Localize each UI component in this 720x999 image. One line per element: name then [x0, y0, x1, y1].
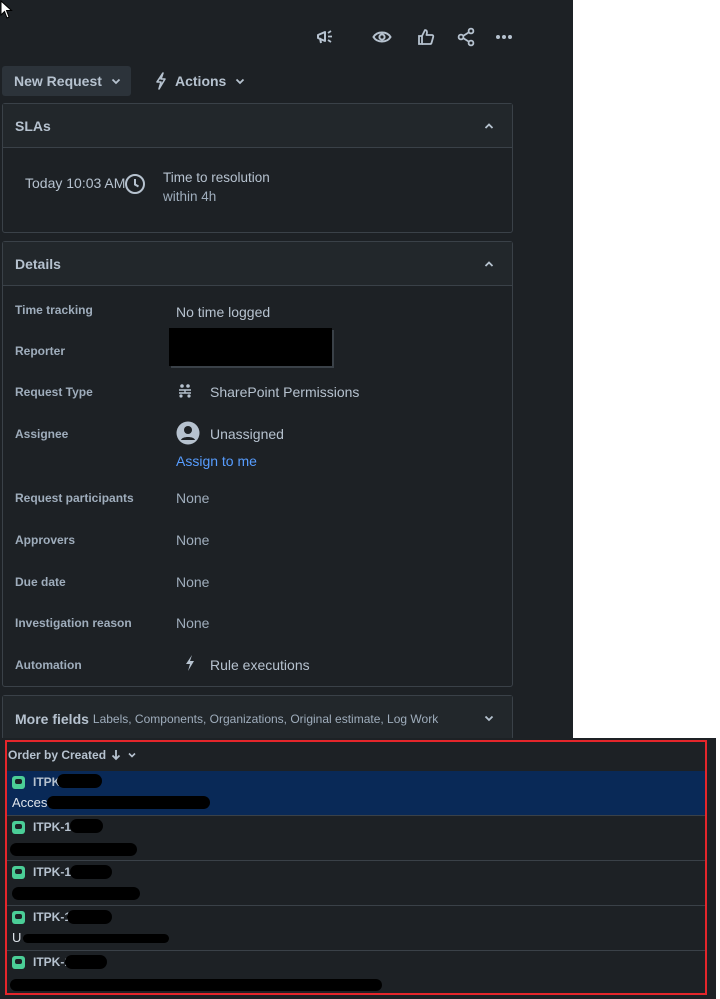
details-panel-header[interactable]: Details [3, 242, 512, 286]
slas-title: SLAs [15, 117, 51, 134]
chevron-down-icon [111, 78, 121, 85]
mouse-cursor-icon [0, 0, 13, 19]
user-avatar-icon [176, 421, 200, 445]
more-fields-header[interactable]: More fields Labels, Components, Organiza… [3, 696, 512, 741]
new-request-button[interactable]: New Request [2, 66, 131, 96]
assignee-label: Assignee [15, 427, 69, 441]
lightning-icon [186, 655, 194, 671]
eye-icon[interactable] [367, 22, 397, 52]
assignee-value[interactable]: Unassigned [210, 426, 284, 442]
actions-label: Actions [175, 73, 227, 89]
due-date-label: Due date [15, 575, 66, 589]
approvers-value[interactable]: None [176, 532, 209, 548]
reporter-label: Reporter [15, 344, 66, 358]
details-panel: Details Time tracking No time logged Rep… [2, 241, 513, 687]
thumbs-up-icon[interactable] [411, 22, 441, 52]
time-tracking-value[interactable]: No time logged [176, 304, 270, 320]
slas-panel: SLAs Today 10:03 AM Time to resolution w… [2, 103, 513, 233]
due-date-value[interactable]: None [176, 574, 209, 590]
new-request-label: New Request [14, 73, 102, 89]
request-type-label: Request Type [15, 385, 93, 399]
participants-label: Request participants [15, 491, 134, 505]
details-title: Details [15, 255, 61, 272]
automation-label: Automation [15, 658, 82, 672]
chevron-up-icon[interactable] [482, 257, 496, 271]
more-fields-panel: More fields Labels, Components, Organiza… [2, 695, 513, 741]
time-tracking-label: Time tracking [15, 303, 93, 317]
actions-button[interactable]: Actions [145, 66, 255, 96]
more-fields-subtitle: Labels, Components, Organizations, Origi… [92, 711, 439, 726]
automation-value[interactable]: Rule executions [210, 657, 310, 673]
request-type-icon [179, 384, 191, 398]
approvers-label: Approvers [15, 533, 76, 547]
lightning-icon [156, 72, 166, 90]
chevron-down-icon [236, 78, 245, 85]
assign-to-me-link[interactable]: Assign to me [176, 453, 257, 469]
sla-goal-subtitle: within 4h [163, 189, 217, 204]
investigation-reason-value[interactable]: None [176, 615, 209, 631]
sla-goal-title: Time to resolution [163, 170, 270, 185]
megaphone-icon[interactable] [310, 22, 340, 52]
sla-breach-time: Today 10:03 AM [25, 175, 126, 191]
request-type-value[interactable]: SharePoint Permissions [210, 384, 359, 400]
more-icon[interactable] [489, 22, 519, 52]
slas-panel-header[interactable]: SLAs [3, 104, 512, 148]
clock-icon [125, 174, 145, 194]
share-icon[interactable] [451, 22, 481, 52]
highlight-frame [5, 740, 707, 995]
investigation-reason-label: Investigation reason [15, 616, 132, 630]
reporter-redacted-value[interactable] [169, 328, 332, 366]
chevron-down-icon[interactable] [482, 711, 496, 725]
participants-value[interactable]: None [176, 490, 209, 506]
more-fields-title: More fields [15, 710, 89, 727]
chevron-up-icon[interactable] [482, 119, 496, 133]
